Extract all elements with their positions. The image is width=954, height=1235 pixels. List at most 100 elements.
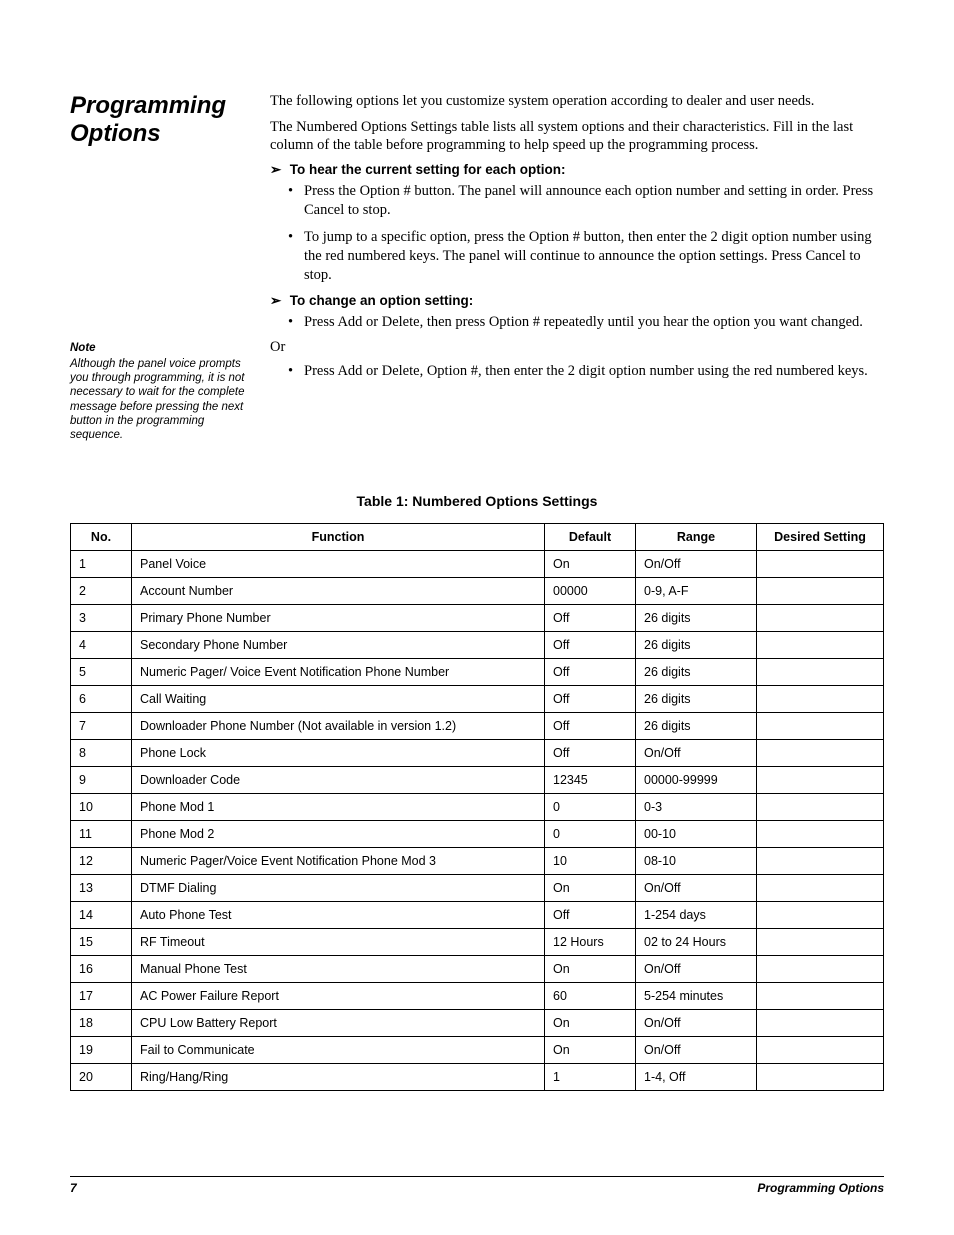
td-default: 10 bbox=[545, 847, 636, 874]
td-desired bbox=[757, 1063, 884, 1090]
td-range: 26 digits bbox=[636, 658, 757, 685]
table-row: 11Phone Mod 2000-10 bbox=[71, 820, 884, 847]
td-default: On bbox=[545, 1009, 636, 1036]
td-no: 13 bbox=[71, 874, 132, 901]
section-title: Programming Options bbox=[70, 92, 270, 147]
side-note: Note Although the panel voice prompts yo… bbox=[70, 341, 270, 443]
td-desired bbox=[757, 1036, 884, 1063]
page-footer: 7 Programming Options bbox=[70, 1176, 884, 1195]
td-range: 26 digits bbox=[636, 685, 757, 712]
td-desired bbox=[757, 1009, 884, 1036]
td-default: 00000 bbox=[545, 577, 636, 604]
td-desired bbox=[757, 901, 884, 928]
th-range: Range bbox=[636, 523, 757, 550]
td-desired bbox=[757, 550, 884, 577]
table-row: 19Fail to CommunicateOnOn/Off bbox=[71, 1036, 884, 1063]
td-desired bbox=[757, 658, 884, 685]
table-row: 15RF Timeout12 Hours02 to 24 Hours bbox=[71, 928, 884, 955]
td-default: 1 bbox=[545, 1063, 636, 1090]
td-no: 6 bbox=[71, 685, 132, 712]
td-function: Numeric Pager/ Voice Event Notification … bbox=[132, 658, 545, 685]
change-bullets-2: Press Add or Delete, Option #, then ente… bbox=[270, 362, 884, 381]
td-no: 15 bbox=[71, 928, 132, 955]
td-default: 0 bbox=[545, 793, 636, 820]
intro-p2: The Numbered Options Settings table list… bbox=[270, 118, 884, 154]
td-default: Off bbox=[545, 631, 636, 658]
td-default: On bbox=[545, 1036, 636, 1063]
td-no: 8 bbox=[71, 739, 132, 766]
td-function: Manual Phone Test bbox=[132, 955, 545, 982]
table-title: Table 1: Numbered Options Settings bbox=[70, 493, 884, 509]
or-text: Or bbox=[270, 339, 884, 356]
td-default: 0 bbox=[545, 820, 636, 847]
td-desired bbox=[757, 982, 884, 1009]
page: Programming Options Note Although the pa… bbox=[0, 0, 954, 1235]
td-function: Fail to Communicate bbox=[132, 1036, 545, 1063]
hear-heading-text: To hear the current setting for each opt… bbox=[290, 162, 566, 177]
td-desired bbox=[757, 685, 884, 712]
two-column-layout: Programming Options Note Although the pa… bbox=[70, 92, 884, 443]
td-default: On bbox=[545, 874, 636, 901]
table-row: 7Downloader Phone Number (Not available … bbox=[71, 712, 884, 739]
note-label: Note bbox=[70, 341, 256, 355]
td-desired bbox=[757, 577, 884, 604]
td-range: 26 digits bbox=[636, 712, 757, 739]
td-no: 1 bbox=[71, 550, 132, 577]
intro-p1: The following options let you customize … bbox=[270, 92, 884, 110]
list-item: To jump to a specific option, press the … bbox=[288, 228, 884, 285]
td-no: 2 bbox=[71, 577, 132, 604]
table-row: 18CPU Low Battery ReportOnOn/Off bbox=[71, 1009, 884, 1036]
td-range: 26 digits bbox=[636, 631, 757, 658]
td-no: 7 bbox=[71, 712, 132, 739]
td-function: AC Power Failure Report bbox=[132, 982, 545, 1009]
table-row: 13DTMF DialingOnOn/Off bbox=[71, 874, 884, 901]
change-bullets-1: Press Add or Delete, then press Option #… bbox=[270, 313, 884, 332]
table-row: 20Ring/Hang/Ring11-4, Off bbox=[71, 1063, 884, 1090]
td-desired bbox=[757, 928, 884, 955]
td-function: Primary Phone Number bbox=[132, 604, 545, 631]
td-desired bbox=[757, 604, 884, 631]
td-range: On/Off bbox=[636, 739, 757, 766]
hear-bullets: Press the Option # button. The panel wil… bbox=[270, 182, 884, 284]
td-default: Off bbox=[545, 658, 636, 685]
change-heading-text: To change an option setting: bbox=[290, 293, 474, 308]
td-function: Auto Phone Test bbox=[132, 901, 545, 928]
table-row: 1Panel VoiceOnOn/Off bbox=[71, 550, 884, 577]
td-no: 14 bbox=[71, 901, 132, 928]
table-row: 3Primary Phone NumberOff26 digits bbox=[71, 604, 884, 631]
right-column: The following options let you customize … bbox=[270, 92, 884, 443]
td-function: DTMF Dialing bbox=[132, 874, 545, 901]
left-column: Programming Options Note Although the pa… bbox=[70, 92, 270, 443]
note-body: Although the panel voice prompts you thr… bbox=[70, 358, 245, 442]
td-function: CPU Low Battery Report bbox=[132, 1009, 545, 1036]
arrow-icon: ➢ bbox=[270, 162, 286, 178]
td-desired bbox=[757, 739, 884, 766]
td-default: Off bbox=[545, 712, 636, 739]
footer-page-no: 7 bbox=[70, 1181, 77, 1195]
table-row: 16Manual Phone TestOnOn/Off bbox=[71, 955, 884, 982]
td-function: Ring/Hang/Ring bbox=[132, 1063, 545, 1090]
options-table: No. Function Default Range Desired Setti… bbox=[70, 523, 884, 1091]
td-range: On/Off bbox=[636, 1009, 757, 1036]
td-function: Call Waiting bbox=[132, 685, 545, 712]
td-desired bbox=[757, 793, 884, 820]
td-no: 18 bbox=[71, 1009, 132, 1036]
footer-section: Programming Options bbox=[757, 1181, 884, 1195]
td-function: Phone Mod 1 bbox=[132, 793, 545, 820]
td-no: 16 bbox=[71, 955, 132, 982]
td-function: Account Number bbox=[132, 577, 545, 604]
table-row: 5Numeric Pager/ Voice Event Notification… bbox=[71, 658, 884, 685]
list-item: Press the Option # button. The panel wil… bbox=[288, 182, 884, 220]
td-range: 26 digits bbox=[636, 604, 757, 631]
td-desired bbox=[757, 631, 884, 658]
th-default: Default bbox=[545, 523, 636, 550]
td-no: 5 bbox=[71, 658, 132, 685]
td-range: 00000-99999 bbox=[636, 766, 757, 793]
table-row: 10Phone Mod 100-3 bbox=[71, 793, 884, 820]
td-function: Numeric Pager/Voice Event Notification P… bbox=[132, 847, 545, 874]
th-function: Function bbox=[132, 523, 545, 550]
table-row: 12Numeric Pager/Voice Event Notification… bbox=[71, 847, 884, 874]
table-row: 2Account Number000000-9, A-F bbox=[71, 577, 884, 604]
td-function: Phone Lock bbox=[132, 739, 545, 766]
td-range: 00-10 bbox=[636, 820, 757, 847]
